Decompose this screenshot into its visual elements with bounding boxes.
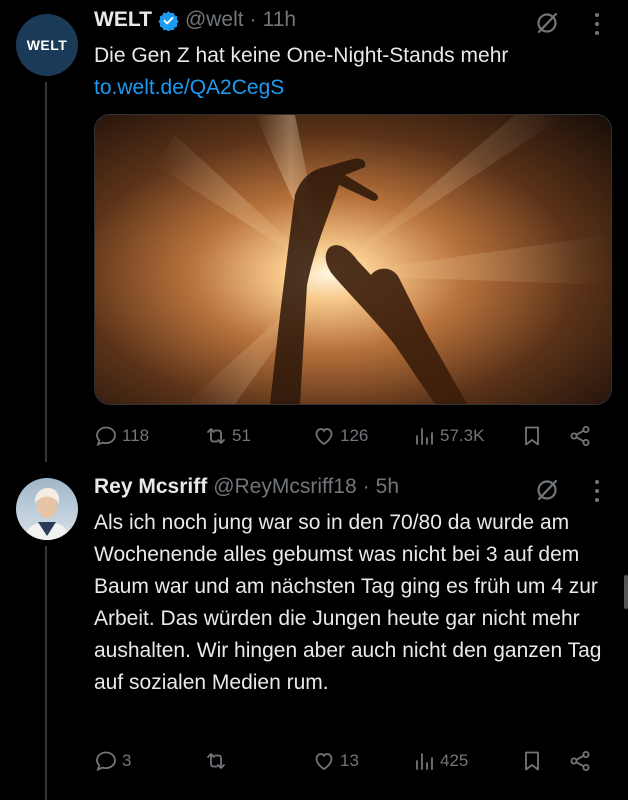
author-name[interactable]: Rey Mcsriff	[94, 475, 207, 499]
like-button[interactable]: 13	[312, 746, 359, 776]
reply-icon	[96, 426, 116, 447]
thread-line-top	[45, 82, 47, 462]
views-button[interactable]: 57.3K	[412, 421, 484, 451]
separator-dot: ·	[362, 475, 370, 498]
tweet-header: WELT @welt · 11h	[94, 8, 296, 32]
views-button[interactable]: 425	[412, 746, 468, 776]
views-chart-icon	[416, 753, 433, 770]
like-count: 126	[340, 426, 369, 445]
heart-icon	[315, 428, 333, 446]
tweet-link[interactable]: to.welt.de/QA2CegS	[94, 76, 284, 100]
grok-slash-icon[interactable]	[534, 477, 560, 503]
timestamp[interactable]: 5h	[376, 475, 399, 499]
verified-badge-icon	[158, 10, 179, 31]
hands-in-light-image	[95, 115, 611, 404]
bookmark-button[interactable]	[520, 421, 544, 451]
reply-button[interactable]: 3	[94, 746, 131, 776]
reply-header: Rey Mcsriff @ReyMcsriff18 · 5h	[94, 475, 399, 499]
author-handle[interactable]: @ReyMcsriff18	[213, 475, 356, 499]
reply-count: 118	[122, 426, 150, 445]
views-count: 57.3K	[440, 426, 485, 445]
avatar-welt[interactable]: WELT	[16, 14, 78, 76]
avatar-rey-mcsriff[interactable]	[16, 478, 78, 540]
grok-slash-icon[interactable]	[534, 10, 560, 36]
reply-button[interactable]: 118	[94, 421, 149, 451]
heart-icon	[315, 753, 333, 771]
retweet-icon	[207, 428, 225, 444]
more-options-icon[interactable]	[594, 480, 600, 502]
views-count: 425	[440, 751, 469, 770]
reply-icon	[96, 751, 116, 772]
profile-photo	[16, 478, 78, 540]
reply-count: 3	[122, 751, 132, 770]
bookmark-icon	[525, 751, 539, 771]
retweet-icon	[207, 753, 225, 769]
tweet-image[interactable]	[94, 114, 612, 405]
like-button[interactable]: 126	[312, 421, 368, 451]
tweet-actions: 118 51 126 57.3K	[94, 421, 614, 451]
more-options-icon[interactable]	[594, 13, 600, 35]
reply-actions: 3 13 425	[94, 746, 614, 776]
bookmark-icon	[525, 426, 539, 446]
share-button[interactable]	[568, 746, 592, 776]
tweet-text: Die Gen Z hat keine One-Night-Stands meh…	[94, 44, 509, 67]
author-name[interactable]: WELT	[94, 8, 152, 32]
views-chart-icon	[416, 428, 433, 445]
avatar-logo-text: WELT	[26, 37, 68, 53]
scrollbar[interactable]	[624, 575, 628, 609]
share-button[interactable]	[568, 421, 592, 451]
author-handle[interactable]: @welt	[185, 8, 244, 32]
bookmark-button[interactable]	[520, 746, 544, 776]
share-icon	[570, 751, 590, 771]
retweet-button[interactable]	[204, 746, 232, 776]
timestamp[interactable]: 11h	[263, 8, 296, 32]
reply-text: Als ich noch jung war so in den 70/80 da…	[94, 511, 602, 694]
retweet-button[interactable]: 51	[204, 421, 251, 451]
share-icon	[570, 426, 590, 446]
like-count: 13	[340, 751, 359, 770]
separator-dot: ·	[249, 8, 257, 31]
thread-line-bottom	[45, 546, 47, 800]
retweet-count: 51	[232, 426, 251, 445]
